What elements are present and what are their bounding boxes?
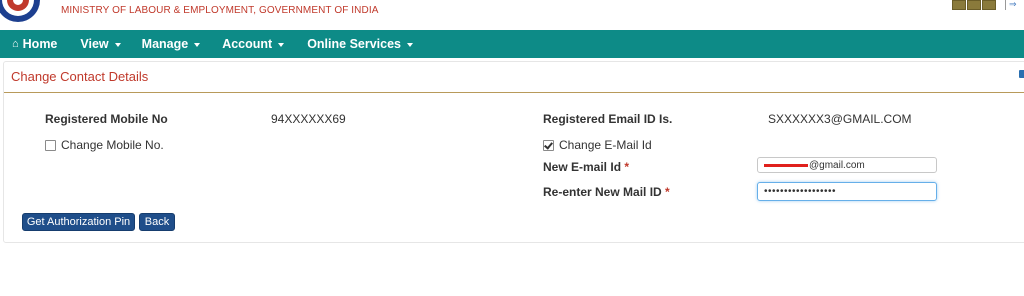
nav-account[interactable]: Account <box>222 37 285 51</box>
nav-home[interactable]: ⌂ Home <box>12 37 57 51</box>
panel-title: Change Contact Details <box>11 69 149 84</box>
home-icon: ⌂ <box>12 38 19 50</box>
reenter-email-input[interactable]: •••••••••••••••••• <box>757 182 937 201</box>
required-mark: * <box>624 160 630 174</box>
new-email-input[interactable]: @gmail.com <box>757 157 937 173</box>
change-email-checkbox[interactable]: Change E-Mail Id <box>543 138 652 152</box>
top-right-link[interactable]: ⇒ <box>1005 0 1024 10</box>
nav-manage-label: Manage <box>141 37 189 51</box>
logout-icon: ⇒ <box>1009 0 1017 9</box>
new-email-label: New E-mail Id * <box>543 160 629 174</box>
redaction-mark <box>764 163 808 167</box>
required-mark: * <box>665 185 670 199</box>
checkbox-checked-icon[interactable] <box>543 139 554 151</box>
change-mobile-checkbox[interactable]: Change Mobile No. <box>45 138 164 152</box>
registered-mobile-value: 94XXXXXX69 <box>271 112 346 126</box>
new-email-label-text: New E-mail Id <box>543 160 622 174</box>
nav-online-services[interactable]: Online Services <box>307 37 414 51</box>
nav-view[interactable]: View <box>80 37 121 51</box>
get-authorization-pin-button[interactable]: Get Authorization Pin <box>22 213 135 231</box>
text-size-small-button[interactable] <box>952 0 966 10</box>
text-size-normal-button[interactable] <box>967 0 981 10</box>
nav-online-services-label: Online Services <box>307 37 402 51</box>
chevron-down-icon <box>114 43 121 47</box>
ministry-text: MINISTRY OF LABOUR & EMPLOYMENT, GOVERNM… <box>61 5 379 16</box>
new-email-value: @gmail.com <box>809 159 865 171</box>
registered-email-label: Registered Email ID Is. <box>543 112 673 126</box>
panel-heading: Change Contact Details <box>4 62 1024 93</box>
chevron-down-icon <box>278 43 285 47</box>
change-mobile-label: Change Mobile No. <box>61 138 164 152</box>
reenter-email-value: •••••••••••••••••• <box>764 186 837 197</box>
nav-account-label: Account <box>222 37 273 51</box>
nav-home-label: Home <box>22 37 58 51</box>
nav-manage[interactable]: Manage <box>142 37 201 51</box>
chevron-down-icon <box>194 43 201 47</box>
nav-view-label: View <box>80 37 109 51</box>
text-size-controls[interactable] <box>952 0 996 10</box>
change-email-label: Change E-Mail Id <box>559 138 652 152</box>
back-button[interactable]: Back <box>139 213 175 231</box>
collapse-icon[interactable] <box>1019 70 1024 78</box>
reenter-email-label: Re-enter New Mail ID * <box>543 185 670 199</box>
site-header: MINISTRY OF LABOUR & EMPLOYMENT, GOVERNM… <box>0 0 1024 28</box>
epfo-logo <box>0 0 40 22</box>
reenter-email-label-text: Re-enter New Mail ID <box>543 185 662 199</box>
registered-email-value: SXXXXXX3@GMAIL.COM <box>768 112 912 126</box>
chevron-down-icon <box>407 43 414 47</box>
checkbox-unchecked-icon[interactable] <box>45 139 56 151</box>
registered-mobile-label: Registered Mobile No <box>45 112 168 126</box>
main-navbar: ⌂ Home View Manage Account Online Servic… <box>0 30 1024 58</box>
text-size-large-button[interactable] <box>982 0 996 10</box>
